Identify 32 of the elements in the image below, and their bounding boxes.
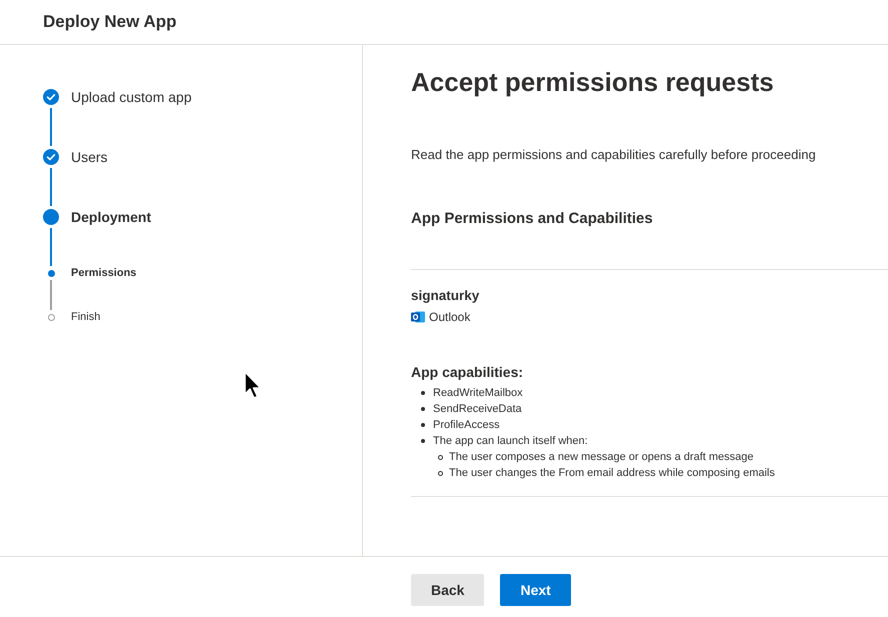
step-label: Users	[71, 149, 108, 165]
bullet-icon	[421, 439, 425, 443]
description-text: Read the app permissions and capabilities carefully before proceeding	[411, 146, 817, 164]
step-label: Permissions	[71, 266, 136, 280]
back-button[interactable]: Back	[411, 574, 484, 606]
bullet-icon	[421, 407, 425, 411]
capability-item: The user changes the From email address while composing emails	[449, 466, 775, 481]
mouse-pointer-icon	[244, 371, 262, 400]
app-name: signaturky	[411, 287, 480, 305]
section-heading: App Permissions and Capabilities	[411, 209, 654, 229]
ring-bullet-icon	[438, 470, 443, 476]
connector-line	[50, 168, 52, 206]
step-label: Deployment	[71, 209, 152, 225]
ring-bullet-icon	[438, 454, 443, 460]
connector-line	[50, 280, 52, 310]
next-button[interactable]: Next	[500, 574, 571, 606]
capability-item: The app can launch itself when:	[433, 434, 588, 449]
connector-line	[50, 108, 52, 146]
capability-item: SendReceiveData	[433, 402, 522, 417]
outlook-logo-icon	[411, 310, 425, 324]
bullet-icon	[421, 391, 425, 395]
capability-item: ReadWriteMailbox	[433, 386, 523, 401]
step-label: Finish	[71, 310, 100, 324]
step-label: Upload custom app	[71, 89, 192, 105]
capability-item: The user composes a new message or opens a draft message	[449, 450, 754, 465]
host-label: Outlook	[429, 310, 470, 324]
page-title: Deploy New App	[43, 12, 176, 32]
bullet-icon	[421, 423, 425, 427]
capabilities-heading: App capabilities:	[411, 363, 524, 382]
capability-item: ProfileAccess	[433, 418, 500, 433]
page-heading: Accept permissions requests	[411, 66, 775, 98]
connector-line	[50, 228, 52, 266]
